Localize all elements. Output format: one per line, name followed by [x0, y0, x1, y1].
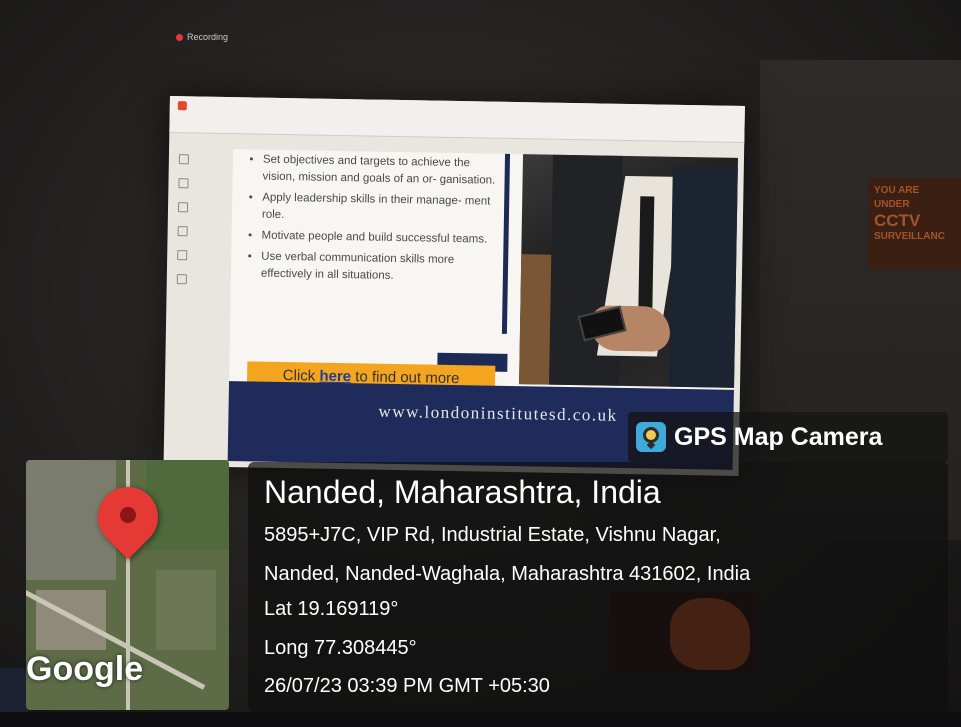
- gps-app-name: GPS Map Camera: [674, 422, 883, 451]
- slide-bullet: Motivate people and build successful tea…: [261, 228, 495, 249]
- photo-tie: [638, 196, 655, 317]
- latitude: Lat 19.169119°: [264, 598, 399, 620]
- cctv-sign-line: YOU ARE: [874, 185, 920, 196]
- slide-bullets: Set objectives and targets to achieve th…: [245, 151, 497, 290]
- address-line: Nanded, Nanded-Waghala, Maharashtra 4316…: [264, 563, 751, 585]
- toolbar-top-row: [177, 101, 187, 111]
- slide-bullet: Use verbal communication skills more eff…: [261, 249, 496, 287]
- layers-icon: [177, 226, 188, 237]
- record-dot-icon: [176, 33, 183, 41]
- slide-url: www.londoninstitutesd.co.uk: [378, 401, 618, 425]
- page-icon: [178, 178, 189, 189]
- map-area: [146, 460, 229, 550]
- address-line: 5895+J7C, VIP Rd, Industrial Estate, Vis…: [264, 524, 721, 546]
- location-title: Nanded, Maharashtra, India: [264, 474, 661, 510]
- map-area: [156, 570, 216, 650]
- reader-side-icons: [176, 154, 193, 285]
- pen-icon: [177, 250, 188, 261]
- cctv-sign-line: SURVEILLANC: [874, 231, 945, 242]
- reader-toolbar: [169, 96, 745, 144]
- gps-map-camera-icon: [636, 422, 666, 452]
- businessman-photo: [519, 154, 739, 388]
- cctv-sign-line: CCTV: [874, 211, 921, 230]
- gps-badge: GPS Map Camera: [628, 412, 948, 462]
- slide-divider: [501, 153, 511, 334]
- home-icon: [176, 274, 187, 285]
- comment-icon: [177, 202, 189, 213]
- cctv-sign: YOU ARE UNDER CCTV SURVEILLANC: [868, 178, 961, 270]
- photo-jacket: [669, 166, 739, 388]
- desk-edge: [0, 712, 961, 727]
- timestamp: 26/07/23 03:39 PM GMT +05:30: [264, 675, 550, 697]
- recording-indicator: Recording: [176, 32, 228, 42]
- app-logo-icon: [177, 101, 187, 111]
- cctv-sign-line: UNDER: [874, 199, 910, 210]
- slide-bullet: Set objectives and targets to achieve th…: [262, 152, 497, 190]
- longitude: Long 77.308445°: [264, 637, 417, 659]
- map-pin-center: [120, 507, 136, 523]
- google-logo: Google: [26, 650, 144, 688]
- bookmark-icon: [178, 154, 189, 165]
- recording-label: Recording: [187, 32, 229, 42]
- slide-bullet: Apply leadership skills in their manage-…: [262, 190, 497, 228]
